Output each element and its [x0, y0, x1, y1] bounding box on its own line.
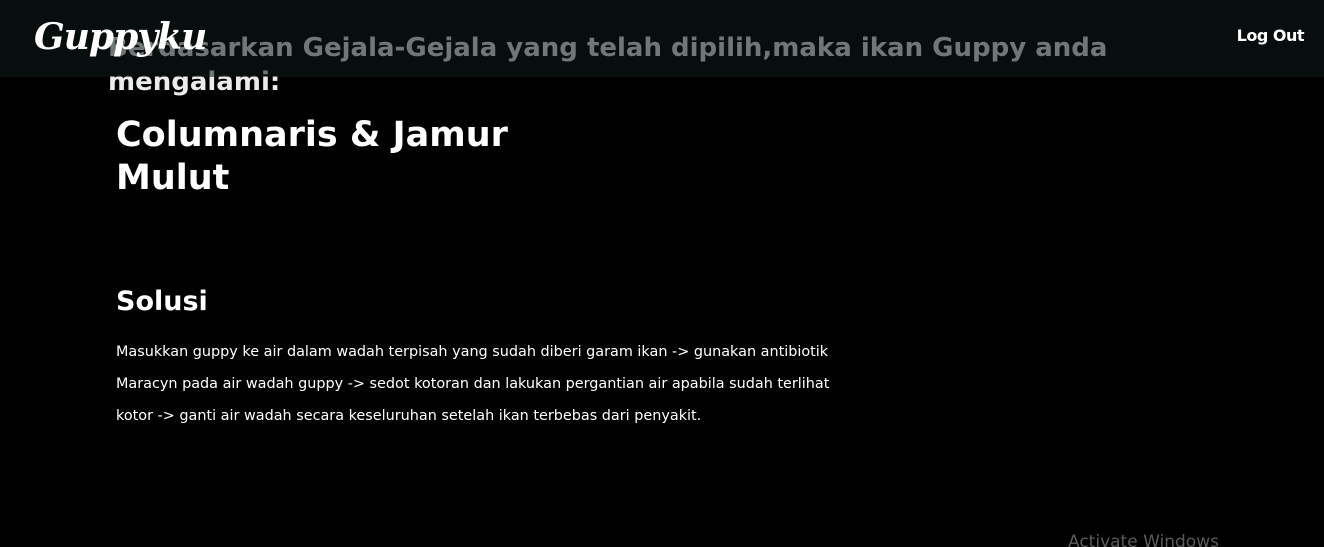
solution-text: Masukkan guppy ke air dalam wadah terpis… [116, 344, 830, 424]
activate-windows-watermark: Activate Windows [1068, 532, 1219, 547]
diagnosis-title: Columnaris & Jamur Mulut [116, 115, 508, 198]
navbar: Guppyku Log Out [0, 0, 1324, 77]
logout-button[interactable]: Log Out [1237, 26, 1305, 45]
page: Berdasarkan Gejala-Gejala yang telah dip… [0, 0, 1324, 547]
brand-logo[interactable]: Guppyku [34, 14, 207, 60]
solution-heading: Solusi [116, 286, 208, 317]
